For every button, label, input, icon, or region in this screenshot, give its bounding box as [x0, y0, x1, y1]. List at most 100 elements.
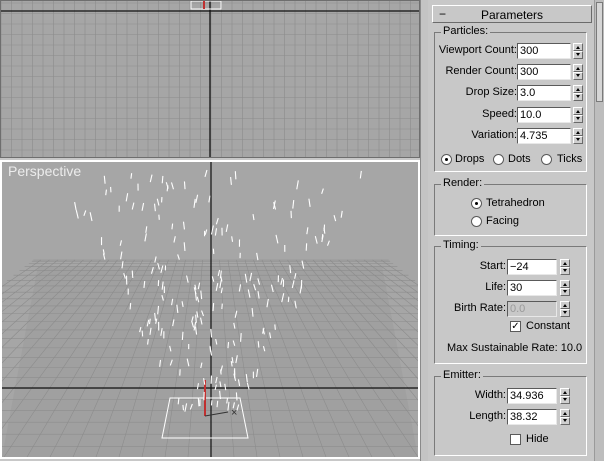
parameters-rollout-header[interactable]: − Parameters	[432, 5, 592, 23]
birth-rate-spinner[interactable]	[560, 301, 570, 317]
start-spinner[interactable]	[560, 259, 570, 275]
hide-label[interactable]: Hide	[526, 433, 549, 445]
spinner-up-icon[interactable]	[560, 388, 570, 396]
life-spinner[interactable]	[560, 280, 570, 296]
particle	[182, 404, 185, 411]
particle	[231, 236, 234, 242]
viewport-count-field[interactable]: 300	[517, 43, 571, 59]
spinner-up-icon[interactable]	[573, 64, 583, 72]
hide-checkbox[interactable]	[510, 434, 521, 445]
spinner-up-icon[interactable]	[560, 259, 570, 267]
viewport-label-perspective[interactable]: Perspective	[8, 163, 81, 179]
spinner-up-icon[interactable]	[560, 409, 570, 417]
spinner-up-icon[interactable]	[573, 85, 583, 93]
perspective-viewport[interactable]: × Perspective	[0, 160, 420, 459]
facing-radio[interactable]	[471, 216, 482, 227]
top-viewport[interactable]	[0, 0, 420, 158]
spinner-up-icon[interactable]	[560, 301, 570, 309]
particle	[161, 175, 164, 184]
constant-label[interactable]: Constant	[526, 320, 570, 332]
life-label: Life:	[485, 281, 506, 293]
particle	[156, 198, 160, 206]
particle	[275, 234, 279, 244]
speed-field[interactable]: 10.0	[517, 107, 571, 123]
particle	[252, 214, 255, 221]
particle	[193, 198, 196, 208]
particle	[197, 397, 200, 407]
viewport-count-spinner[interactable]	[573, 43, 583, 59]
particle	[131, 202, 135, 210]
viewport-panel-divider[interactable]	[420, 0, 428, 461]
particle	[181, 331, 184, 340]
spinner-down-icon[interactable]	[560, 417, 570, 425]
render-count-label: Render Count:	[445, 65, 517, 77]
life-field[interactable]: 30	[507, 280, 557, 296]
spinner-down-icon[interactable]	[573, 115, 583, 123]
spinner-down-icon[interactable]	[573, 72, 583, 80]
max-sustainable-rate: Max Sustainable Rate: 10.0	[447, 342, 583, 354]
particle	[144, 233, 147, 242]
particle	[227, 342, 230, 349]
constant-checkbox[interactable]: ✓	[510, 321, 521, 332]
particle	[215, 217, 219, 225]
tetrahedron-radio[interactable]	[471, 198, 482, 209]
spinner-up-icon[interactable]	[573, 128, 583, 136]
particle	[105, 189, 107, 196]
ground-plane	[2, 266, 418, 457]
particle	[306, 227, 309, 235]
panel-scrollbar[interactable]	[594, 0, 604, 461]
variation-spinner[interactable]	[573, 128, 583, 144]
dots-radio[interactable]	[493, 154, 504, 165]
birth-rate-field[interactable]: 0.0	[507, 301, 557, 317]
tetrahedron-label[interactable]: Tetrahedron	[486, 197, 545, 209]
spinner-down-icon[interactable]	[560, 309, 570, 317]
drops-radio[interactable]	[441, 154, 452, 165]
speed-spinner[interactable]	[573, 107, 583, 123]
particle	[204, 169, 208, 178]
spinner-up-icon[interactable]	[573, 43, 583, 51]
drop-size-field[interactable]: 3.0	[517, 85, 571, 101]
particle	[321, 188, 324, 195]
emitter-group: Emitter: Width: 34.936 Length: 38.32 Hid…	[434, 369, 587, 456]
spinner-down-icon[interactable]	[560, 267, 570, 275]
render-count-field[interactable]: 300	[517, 64, 571, 80]
spinner-up-icon[interactable]	[573, 107, 583, 115]
spinner-down-icon[interactable]	[573, 51, 583, 59]
particle	[195, 194, 199, 203]
particle	[340, 210, 343, 218]
start-field[interactable]: −24	[507, 259, 557, 275]
spinner-down-icon[interactable]	[573, 136, 583, 144]
spinner-down-icon[interactable]	[560, 396, 570, 404]
particle	[234, 171, 237, 180]
particle	[195, 314, 197, 323]
spinner-up-icon[interactable]	[560, 280, 570, 288]
particle	[125, 193, 129, 202]
spinner-down-icon[interactable]	[560, 288, 570, 296]
facing-label[interactable]: Facing	[486, 215, 519, 227]
width-field[interactable]: 34.936	[507, 388, 557, 404]
particle	[308, 198, 311, 207]
render-count-spinner[interactable]	[573, 64, 583, 80]
drops-label[interactable]: Drops	[455, 153, 484, 165]
variation-field[interactable]: 4.735	[517, 128, 571, 144]
particle	[130, 173, 133, 179]
particle	[256, 252, 259, 261]
particle	[177, 397, 180, 405]
emitter-group-label: Emitter:	[441, 369, 483, 381]
spinner-down-icon[interactable]	[573, 93, 583, 101]
particle	[292, 199, 295, 209]
particle	[89, 212, 93, 222]
panel-scrollbar-thumb[interactable]	[596, 2, 603, 102]
viewport-count-label: Viewport Count:	[438, 44, 517, 56]
particle	[326, 240, 330, 246]
dots-label[interactable]: Dots	[508, 153, 531, 165]
width-spinner[interactable]	[560, 388, 570, 404]
particle	[212, 302, 215, 312]
drop-size-spinner[interactable]	[573, 85, 583, 101]
length-field[interactable]: 38.32	[507, 409, 557, 425]
ticks-label[interactable]: Ticks	[557, 153, 582, 165]
particle	[75, 209, 79, 219]
particle	[183, 242, 186, 252]
ticks-radio[interactable]	[541, 154, 552, 165]
length-spinner[interactable]	[560, 409, 570, 425]
